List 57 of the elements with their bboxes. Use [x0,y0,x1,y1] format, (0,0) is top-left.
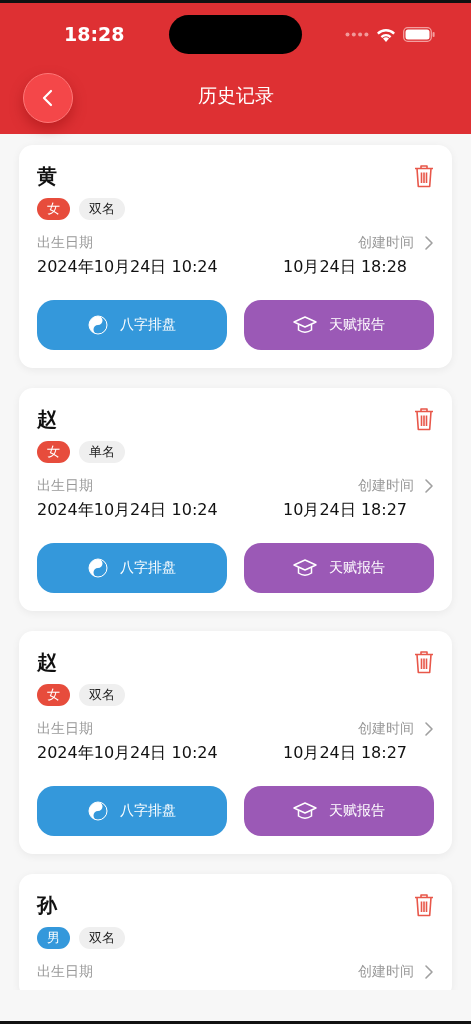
created-time-value: 10月24日 18:27 [283,743,407,764]
chevron-right-icon[interactable] [424,235,434,251]
delete-icon[interactable] [414,407,434,431]
gender-tag: 女 [37,441,70,463]
name-type-tag: 双名 [79,684,125,706]
bazi-chart-button[interactable]: 八字排盘 [37,300,227,350]
created-time-value: 10月24日 18:28 [283,257,407,278]
birth-date-value: 2024年10月24日 10:24 [37,500,218,521]
signal-icon [345,31,369,37]
page-title: 历史记录 [197,82,274,108]
yin-yang-icon [88,801,108,821]
chevron-right-icon[interactable] [424,964,434,980]
created-time-label: 创建时间 [358,477,414,495]
record-name: 黄 [37,162,57,190]
record-name: 孙 [37,891,57,919]
name-type-tag: 双名 [79,198,125,220]
bazi-chart-button[interactable]: 八字排盘 [37,543,227,593]
graduation-cap-icon [293,315,317,335]
birth-date-value: 2024年10月24日 10:24 [37,743,218,764]
back-button[interactable] [23,73,73,123]
status-time: 18:28 [64,23,125,45]
record-card[interactable]: 赵 女 单名 出生日期 2024年10月24日 10:24 创建时间 10月24日 18:27 八字排盘 天赋报告 [19,388,452,611]
delete-icon[interactable] [414,650,434,674]
delete-icon[interactable] [414,893,434,917]
birth-date-value: 2024年10月24日 10:24 [37,257,218,278]
battery-icon [403,26,435,42]
birth-date-label: 出生日期 [37,720,94,738]
gender-tag: 女 [37,198,70,220]
talent-report-button[interactable]: 天赋报告 [244,543,434,593]
yin-yang-icon [88,558,108,578]
name-type-tag: 双名 [79,927,125,949]
record-name: 赵 [37,405,57,433]
created-time-label: 创建时间 [358,234,414,252]
yin-yang-icon [88,315,108,335]
record-name: 赵 [37,648,57,676]
record-card[interactable]: 孙 男 双名 出生日期 创建时间 [19,874,452,990]
talent-report-button[interactable]: 天赋报告 [244,786,434,836]
graduation-cap-icon [293,801,317,821]
graduation-cap-icon [293,558,317,578]
bazi-chart-button[interactable]: 八字排盘 [37,786,227,836]
name-type-tag: 单名 [79,441,125,463]
chevron-right-icon[interactable] [424,721,434,737]
gender-tag: 男 [37,927,70,949]
birth-date-label: 出生日期 [37,234,94,252]
chevron-right-icon[interactable] [424,478,434,494]
chevron-left-icon [41,88,55,108]
created-time-label: 创建时间 [358,720,414,738]
birth-date-label: 出生日期 [37,963,93,981]
created-time-value: 10月24日 18:27 [283,500,407,521]
created-time-label: 创建时间 [358,963,414,981]
record-card[interactable]: 赵 女 双名 出生日期 2024年10月24日 10:24 创建时间 10月24日 18:27 八字排盘 天赋报告 [19,631,452,854]
talent-report-button[interactable]: 天赋报告 [244,300,434,350]
birth-date-label: 出生日期 [37,477,94,495]
wifi-icon [376,26,396,42]
record-card[interactable]: 黄 女 双名 出生日期 2024年10月24日 10:24 创建时间 10月24日 18:28 八字排盘 天赋报告 [19,145,452,368]
gender-tag: 女 [37,684,70,706]
delete-icon[interactable] [414,164,434,188]
